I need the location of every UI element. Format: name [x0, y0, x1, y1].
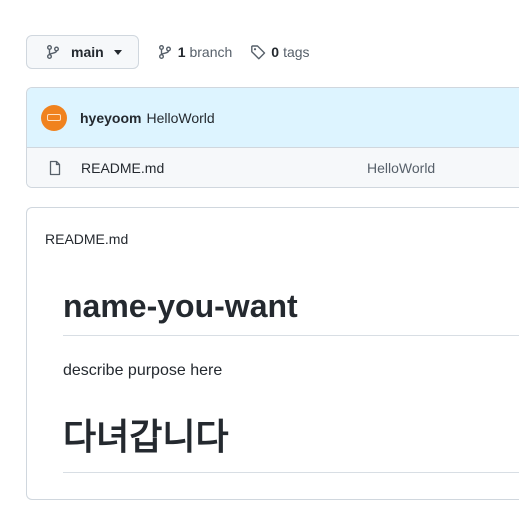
- readme-heading-2: 다녀갑니다: [63, 408, 519, 473]
- file-browser: hyeyoom HelloWorld README.md HelloWorld: [26, 87, 519, 188]
- readme-panel: README.md name-you-want describe purpose…: [26, 207, 519, 500]
- commit-author-link[interactable]: hyeyoom: [80, 110, 141, 126]
- latest-commit-row: hyeyoom HelloWorld: [27, 88, 519, 148]
- file-row[interactable]: README.md HelloWorld: [27, 148, 519, 187]
- repo-toolbar: main 1 branch 0 tags: [26, 34, 310, 70]
- tags-link[interactable]: 0 tags: [250, 44, 310, 60]
- branch-select-button[interactable]: main: [26, 35, 139, 69]
- file-name-link[interactable]: README.md: [81, 160, 164, 176]
- readme-heading-1: name-you-want: [63, 288, 519, 336]
- branch-label: branch: [189, 44, 233, 60]
- branch-count: 1: [177, 44, 186, 60]
- file-icon: [47, 160, 63, 176]
- avatar-glyph: [47, 114, 61, 121]
- tag-count: 0: [271, 44, 280, 60]
- tag-label: tags: [283, 44, 310, 60]
- tag-icon: [250, 44, 266, 60]
- git-branch-icon: [45, 44, 61, 60]
- file-commit-link[interactable]: HelloWorld: [367, 160, 435, 176]
- readme-paragraph: describe purpose here: [63, 362, 223, 379]
- commit-message-link[interactable]: HelloWorld: [146, 110, 214, 126]
- branches-link[interactable]: 1 branch: [157, 44, 233, 60]
- git-branch-icon: [157, 44, 173, 60]
- repo-page: main 1 branch 0 tags hyeyoom HelloWorld: [0, 0, 519, 512]
- avatar[interactable]: [41, 104, 67, 131]
- branch-name: main: [71, 44, 104, 60]
- chevron-down-icon: [113, 49, 122, 55]
- readme-filename: README.md: [45, 231, 129, 247]
